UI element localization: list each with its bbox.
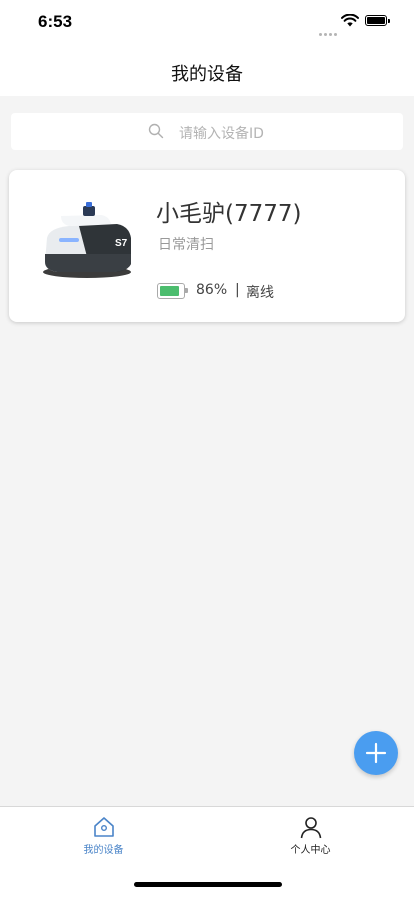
- status-bar: 6:53: [0, 0, 414, 46]
- tab-label: 我的设备: [83, 845, 124, 856]
- cleaning-robot-image: S7: [43, 202, 131, 278]
- search-input[interactable]: 请输入设备ID: [11, 113, 403, 150]
- tab-label: 个人中心: [290, 845, 331, 856]
- person-icon: [300, 817, 321, 839]
- tab-profile[interactable]: 个人中心: [207, 807, 414, 863]
- tab-my-devices[interactable]: 我的设备: [0, 807, 207, 863]
- home-icon: [93, 817, 114, 837]
- cellular-signal-icon: [319, 21, 339, 40]
- battery-status-icon: [365, 15, 390, 26]
- device-card[interactable]: S7 小毛驴(7777) 日常清扫 86% | 离线: [9, 170, 405, 322]
- page-title: 我的设备: [171, 64, 243, 85]
- battery-level: [160, 286, 179, 296]
- svg-text:S7: S7: [115, 238, 128, 249]
- home-indicator: [134, 882, 282, 887]
- status-time: 6:53: [38, 12, 73, 31]
- battery-icon: [157, 283, 188, 299]
- nav-bar: 我的设备: [0, 46, 414, 96]
- battery-percent: 86%: [196, 282, 228, 298]
- status-separator: |: [235, 282, 240, 298]
- online-status: 离线: [246, 285, 274, 301]
- add-device-button[interactable]: [354, 731, 398, 775]
- device-mode: 日常清扫: [158, 237, 214, 253]
- search-icon: [148, 123, 164, 139]
- plus-icon: [365, 742, 387, 764]
- device-name: 小毛驴(7777): [156, 201, 302, 227]
- wifi-icon: [341, 14, 359, 27]
- search-placeholder: 请输入设备ID: [179, 126, 264, 142]
